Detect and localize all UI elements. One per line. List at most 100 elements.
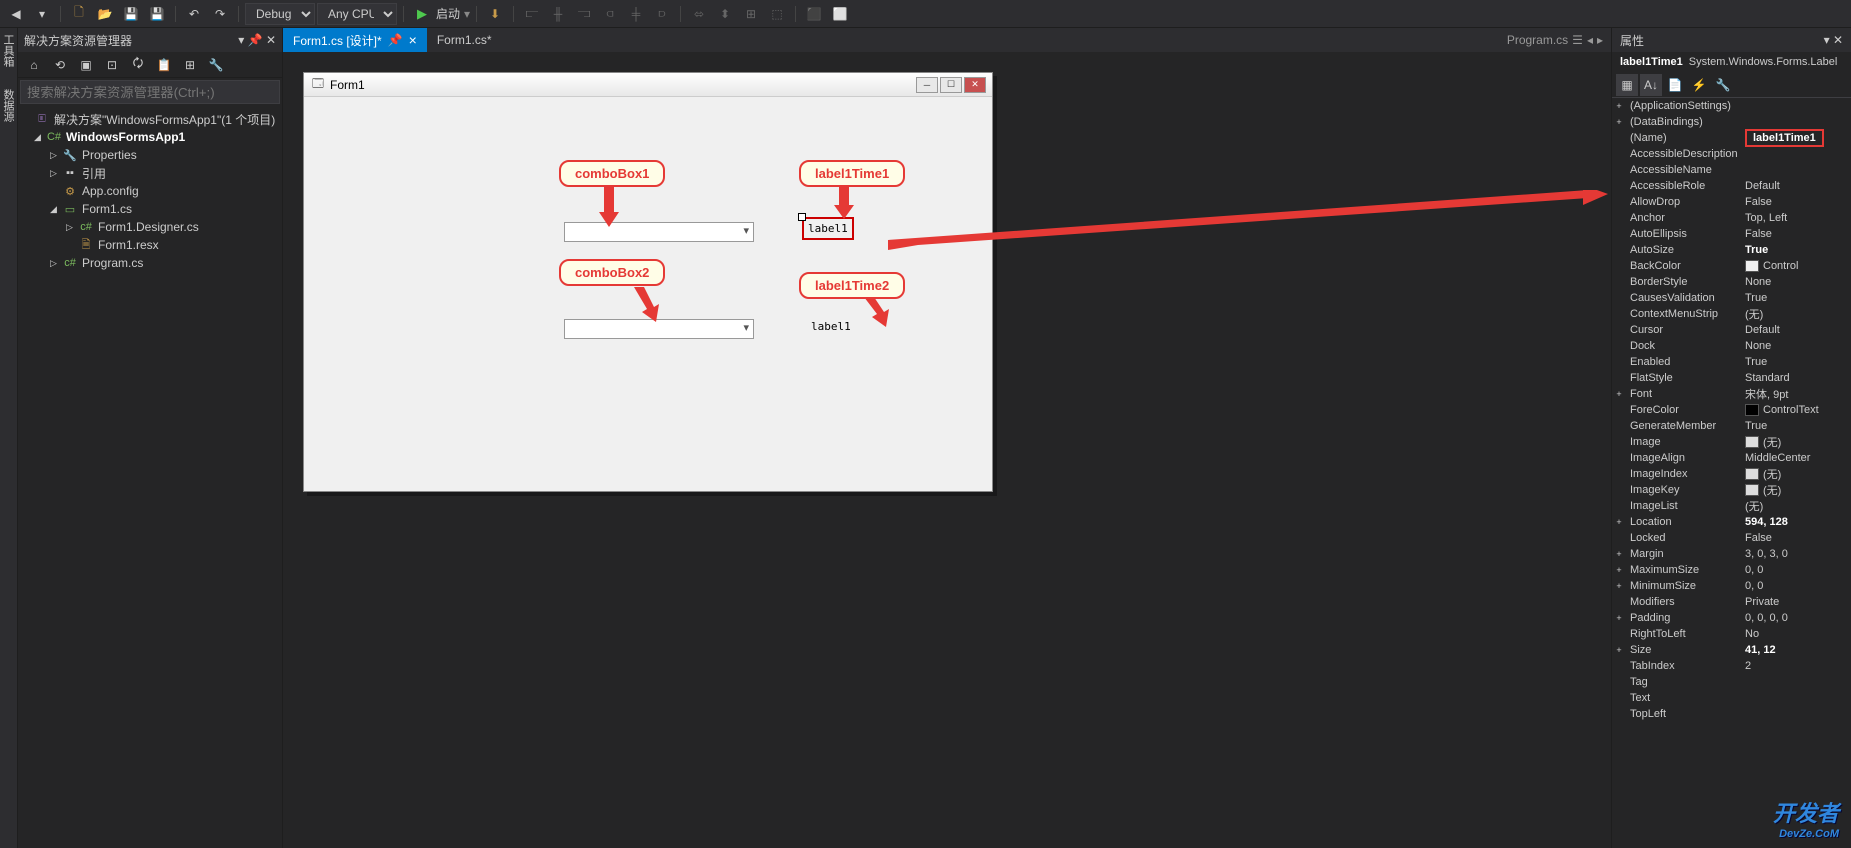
tab-form1-design[interactable]: Form1.cs [设计]*📌× [283,28,427,52]
property-row[interactable]: +(DataBindings) [1612,114,1851,130]
redo-icon[interactable]: ↷ [208,2,232,26]
save-icon[interactable]: 💾 [119,2,143,26]
property-row[interactable]: GenerateMemberTrue [1612,418,1851,434]
property-row[interactable]: BackColorControl [1612,258,1851,274]
start-icon[interactable]: ▶ [410,2,434,26]
collapse-icon[interactable]: ▣ [74,53,98,77]
form1designer-node[interactable]: ▷c#Form1.Designer.cs [18,218,282,236]
props-icon[interactable]: 📋 [152,53,176,77]
solution-search[interactable] [20,80,280,104]
property-row[interactable]: ImageIndex(无) [1612,466,1851,482]
property-row[interactable]: AnchorTop, Left [1612,210,1851,226]
chevron-left-icon[interactable]: ◂ [1587,33,1593,47]
appconfig-node[interactable]: ⚙App.config [18,182,282,200]
property-row[interactable]: +Margin3, 0, 3, 0 [1612,546,1851,562]
form1cs-node[interactable]: ◢▭Form1.cs [18,200,282,218]
property-row[interactable]: +Font宋体, 9pt [1612,386,1851,402]
props-page-icon[interactable]: 📄 [1664,74,1686,96]
property-row[interactable]: AutoSizeTrue [1612,242,1851,258]
label1time2[interactable]: label1 [810,319,852,334]
property-row[interactable]: ModifiersPrivate [1612,594,1851,610]
combobox1[interactable] [564,222,754,242]
left-tab-strip[interactable]: 工具箱 数据源 [0,28,18,848]
project-node[interactable]: ◢C#WindowsFormsApp1 [18,128,282,146]
property-row[interactable]: Text [1612,690,1851,706]
property-row[interactable]: ImageKey(无) [1612,482,1851,498]
property-row[interactable]: Image(无) [1612,434,1851,450]
form-window[interactable]: 🗔 Form1 ─ ☐ ✕ label1 [303,72,993,492]
send-back-icon[interactable]: ⬜ [828,2,852,26]
properties-node[interactable]: ▷🔧Properties [18,146,282,164]
property-row[interactable]: +Size41, 12 [1612,642,1851,658]
property-row[interactable]: +MaximumSize0, 0 [1612,562,1851,578]
platform-combo[interactable]: Any CPU [317,3,397,25]
property-row[interactable]: (Name)label1Time1 [1612,130,1851,146]
alphabetical-icon[interactable]: A↓ [1640,74,1662,96]
dropdown-icon[interactable]: ▾ [238,33,244,47]
property-row[interactable]: CursorDefault [1612,322,1851,338]
property-row[interactable]: ImageList(无) [1612,498,1851,514]
property-row[interactable]: ContextMenuStrip(无) [1612,306,1851,322]
solution-root[interactable]: 🗉解决方案"WindowsFormsApp1"(1 个项目) [18,110,282,128]
save-all-icon[interactable]: 💾 [145,2,169,26]
new-icon[interactable]: 🗋 [67,2,91,26]
property-row[interactable]: ForeColorControlText [1612,402,1851,418]
categorized-icon[interactable]: ▦ [1616,74,1638,96]
property-row[interactable]: RightToLeftNo [1612,626,1851,642]
property-row[interactable]: FlatStyleStandard [1612,370,1851,386]
prop-wrench-icon[interactable]: 🔧 [1712,74,1734,96]
property-row[interactable]: BorderStyleNone [1612,274,1851,290]
combobox2[interactable] [564,319,754,339]
refresh-icon[interactable]: 🗘 [126,53,150,77]
form-designer[interactable]: 🗔 Form1 ─ ☐ ✕ label1 [283,52,1611,848]
preview-icon[interactable]: ⊞ [178,53,202,77]
nav-file[interactable]: Program.cs [1507,33,1568,47]
property-row[interactable]: AutoEllipsisFalse [1612,226,1851,242]
undo-icon[interactable]: ↶ [182,2,206,26]
tab-form1-code[interactable]: Form1.cs* [427,28,502,52]
form1resx-node[interactable]: 🗎Form1.resx [18,236,282,254]
property-row[interactable]: AllowDropFalse [1612,194,1851,210]
property-row[interactable]: TopLeft [1612,706,1851,722]
sync-icon[interactable]: ⟲ [48,53,72,77]
close-icon[interactable]: ✕ [1833,33,1843,47]
step-icon[interactable]: ⬇ [483,2,507,26]
dropdown-icon[interactable]: ▾ [1824,33,1830,47]
property-grid[interactable]: +(ApplicationSettings)+(DataBindings)(Na… [1612,98,1851,848]
nav-fwd-icon[interactable]: ▾ [30,2,54,26]
editor-area: Form1.cs [设计]*📌× Form1.cs* Program.cs ☰ … [283,28,1611,848]
pin-icon[interactable]: 📌 [388,33,403,47]
property-row[interactable]: +MinimumSize0, 0 [1612,578,1851,594]
property-row[interactable]: Tag [1612,674,1851,690]
config-combo[interactable]: Debug [245,3,315,25]
open-icon[interactable]: 📂 [93,2,117,26]
callout-label1time2: label1Time2 [799,272,905,299]
property-row[interactable]: TabIndex2 [1612,658,1851,674]
property-row[interactable]: +Location594, 128 [1612,514,1851,530]
bring-front-icon[interactable]: ⬛ [802,2,826,26]
programcs-node[interactable]: ▷c#Program.cs [18,254,282,272]
property-row[interactable]: ImageAlignMiddleCenter [1612,450,1851,466]
property-row[interactable]: +Padding0, 0, 0, 0 [1612,610,1851,626]
property-row[interactable]: EnabledTrue [1612,354,1851,370]
events-icon[interactable]: ⚡ [1688,74,1710,96]
property-row[interactable]: CausesValidationTrue [1612,290,1851,306]
nav-back-icon[interactable]: ◀ [4,2,28,26]
close-icon[interactable]: ✕ [266,33,276,47]
chevron-right-icon[interactable]: ▸ [1597,33,1603,47]
property-row[interactable]: LockedFalse [1612,530,1851,546]
dropdown-icon[interactable]: ☰ [1572,33,1583,47]
label1time1[interactable]: label1 [802,217,854,240]
start-label[interactable]: 启动 [436,5,460,22]
show-all-icon[interactable]: ⊡ [100,53,124,77]
property-row[interactable]: DockNone [1612,338,1851,354]
property-row[interactable]: AccessibleName [1612,162,1851,178]
close-icon[interactable]: × [409,32,417,48]
pin-icon[interactable]: 📌 [248,33,263,47]
references-node[interactable]: ▷▪▪引用 [18,164,282,182]
property-row[interactable]: AccessibleDescription [1612,146,1851,162]
wrench-icon[interactable]: 🔧 [204,53,228,77]
property-row[interactable]: AccessibleRoleDefault [1612,178,1851,194]
home-icon[interactable]: ⌂ [22,53,46,77]
property-row[interactable]: +(ApplicationSettings) [1612,98,1851,114]
